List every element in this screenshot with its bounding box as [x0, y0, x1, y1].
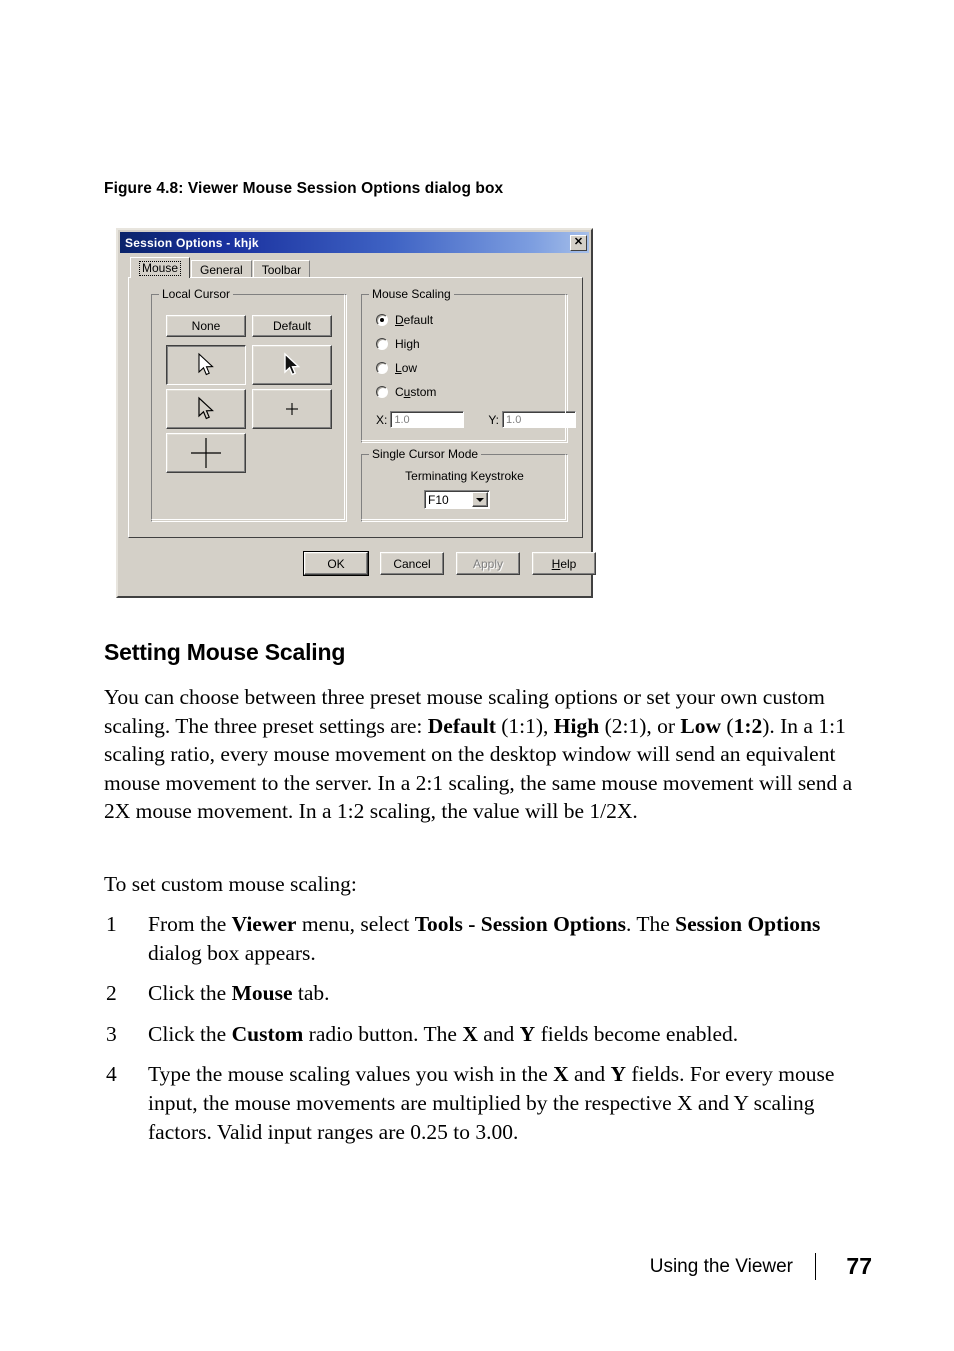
list-item: 3 Click the Custom radio button. The X a… — [104, 1020, 872, 1049]
radio-default-label: Default — [395, 313, 434, 327]
cursor-arrow-black-icon — [284, 352, 301, 376]
tab-panel-mouse: Local Cursor None Default Mouse Scaling … — [128, 277, 583, 538]
step-text: Type the mouse scaling values you wish i… — [148, 1062, 835, 1144]
figure-caption: Figure 4.8: Viewer Mouse Session Options… — [104, 180, 504, 197]
radio-default[interactable]: Default — [376, 313, 433, 327]
footer-page-number: 77 — [846, 1253, 872, 1279]
cursor-large-crosshair-icon — [191, 438, 221, 468]
mouse-scaling-group: Mouse Scaling Default High Low Custom X:… — [361, 287, 577, 443]
terminating-keystroke-select[interactable]: F10 — [424, 490, 490, 509]
radio-low-indicator — [376, 362, 388, 374]
footer-chapter-label: Using the Viewer — [649, 1255, 793, 1277]
tab-mouse[interactable]: Mouse — [130, 257, 191, 278]
x-field-label: X: — [376, 412, 388, 427]
radio-high-label: High — [395, 337, 420, 351]
local-cursor-large-crosshair-button[interactable] — [166, 433, 246, 473]
step-number: 1 — [106, 912, 117, 936]
radio-high-indicator — [376, 338, 388, 350]
paragraph-lead-in: To set custom mouse scaling: — [104, 872, 357, 896]
footer-divider — [815, 1253, 816, 1280]
local-cursor-none-button[interactable]: None — [166, 315, 246, 337]
paragraph-intro: You can choose between three preset mous… — [104, 685, 853, 824]
dialog-titlebar: Session Options - khjk ✕ — [120, 232, 589, 253]
step-text: Click the Custom radio button. The X and… — [148, 1021, 739, 1046]
cancel-button[interactable]: Cancel — [380, 552, 444, 575]
terminating-keystroke-label: Terminating Keystroke — [405, 469, 524, 483]
local-cursor-group: Local Cursor None Default — [151, 287, 347, 522]
cursor-small-crosshair-icon — [286, 403, 298, 415]
tab-general[interactable]: General — [191, 260, 252, 278]
radio-custom-label: Custom — [395, 385, 437, 399]
cursor-arrow-outline-icon — [198, 396, 214, 420]
list-item: 4 Type the mouse scaling values you wish… — [104, 1060, 872, 1146]
local-cursor-arrow-black-button[interactable] — [252, 345, 332, 385]
step-number: 4 — [106, 1062, 117, 1087]
step-text: From the Viewer menu, select Tools - Ses… — [148, 912, 821, 965]
tab-mouse-label: Mouse — [139, 260, 182, 276]
local-cursor-arrow-outline-button[interactable] — [166, 389, 246, 429]
tab-toolbar-label: Toolbar — [261, 262, 302, 277]
x-field[interactable]: 1.0 — [390, 411, 465, 428]
procedure-list: 1 From the Viewer menu, select Tools - S… — [104, 910, 872, 1158]
step-number: 3 — [106, 1021, 117, 1046]
local-cursor-small-crosshair-button[interactable] — [252, 389, 332, 429]
session-options-dialog: Session Options - khjk ✕ Mouse General T… — [116, 228, 596, 598]
apply-button: Apply — [456, 552, 520, 575]
dialog-button-row: OK Cancel Apply Help — [304, 552, 596, 575]
close-icon[interactable]: ✕ — [570, 234, 587, 251]
local-cursor-arrow-white-button[interactable] — [166, 345, 246, 385]
single-cursor-mode-group: Single Cursor Mode Terminating Keystroke… — [361, 447, 568, 522]
tab-toolbar[interactable]: Toolbar — [252, 260, 311, 278]
chevron-down-icon[interactable] — [472, 492, 488, 507]
dialog-title: Session Options - khjk — [125, 235, 259, 250]
terminating-keystroke-value: F10 — [428, 492, 449, 507]
list-item: 1 From the Viewer menu, select Tools - S… — [104, 910, 872, 967]
y-field[interactable]: 1.0 — [502, 411, 577, 428]
radio-custom-indicator — [376, 386, 388, 398]
scaling-fields-row: X: 1.0 Y: 1.0 — [376, 411, 577, 428]
list-item: 2 Click the Mouse tab. — [104, 979, 872, 1008]
radio-custom[interactable]: Custom — [376, 385, 436, 399]
step-text: Click the Mouse tab. — [148, 981, 330, 1006]
local-cursor-default-button[interactable]: Default — [252, 315, 332, 337]
step-number: 2 — [106, 981, 117, 1006]
radio-high[interactable]: High — [376, 337, 420, 351]
mouse-scaling-legend: Mouse Scaling — [369, 287, 454, 301]
single-cursor-legend: Single Cursor Mode — [369, 447, 482, 461]
radio-low[interactable]: Low — [376, 361, 417, 375]
help-button[interactable]: Help — [532, 552, 596, 575]
local-cursor-legend: Local Cursor — [159, 287, 234, 301]
ok-button[interactable]: OK — [304, 552, 368, 575]
page-title: Setting Mouse Scaling — [104, 639, 346, 665]
y-field-label: Y: — [488, 412, 500, 427]
tabstrip: Mouse General Toolbar — [130, 257, 311, 278]
figure-image: Session Options - khjk ✕ Mouse General T… — [116, 228, 597, 602]
tab-general-label: General — [200, 262, 243, 277]
page-footer: Using the Viewer 77 — [0, 1253, 872, 1280]
cursor-arrow-white-icon — [198, 352, 214, 376]
document-page: Figure 4.8: Viewer Mouse Session Options… — [0, 0, 954, 1351]
radio-low-label: Low — [395, 361, 418, 375]
radio-default-indicator — [376, 314, 388, 326]
